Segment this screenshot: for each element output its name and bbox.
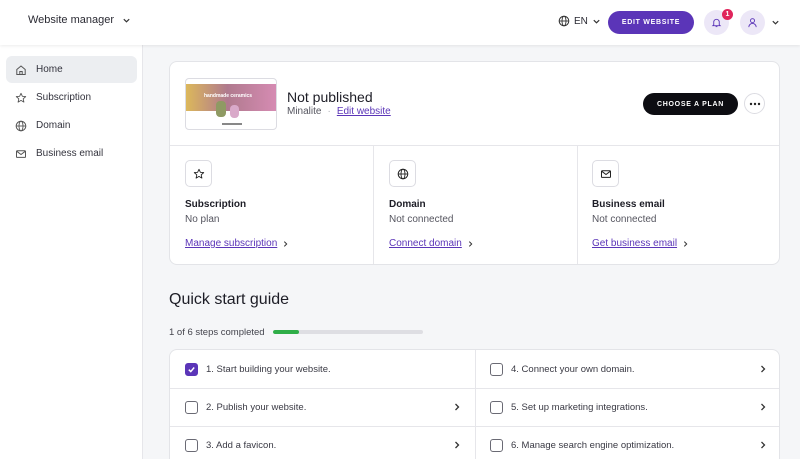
site-meta: Minalite · Edit website [287, 106, 391, 117]
subscription-feature-icon [185, 160, 212, 187]
thumbnail-line [222, 123, 242, 125]
sidebar-item-label: Domain [36, 120, 71, 131]
domain-title: Domain [389, 199, 426, 210]
chevron-down-icon [592, 17, 601, 26]
publish-status-title: Not published [287, 89, 373, 105]
quick-start-progress-text: 1 of 6 steps completed [169, 327, 265, 338]
chevron-right-icon [468, 240, 473, 247]
chevron-right-icon [455, 403, 460, 411]
website-overview-card: handmade ceramics Not published Minalite… [169, 61, 780, 265]
notification-badge: 1 [722, 9, 733, 20]
step-label: 1. Start building your website. [206, 363, 331, 375]
get-business-email-link[interactable]: Get business email [592, 238, 689, 249]
step-label: 2. Publish your website. [206, 401, 307, 413]
sidebar-item-home[interactable]: Home [6, 56, 137, 83]
progress-bar-fill [273, 330, 299, 334]
edit-website-button[interactable]: EDIT WEBSITE [608, 11, 694, 34]
sidebar: Home Subscription Domain Business email [0, 45, 143, 459]
business-email-feature-icon [592, 160, 619, 187]
chevron-right-icon [455, 441, 460, 449]
subscription-status: No plan [185, 214, 220, 225]
language-label: EN [574, 15, 588, 27]
checkmark-icon [188, 366, 195, 373]
quick-start-steps: 1. Start building your website. 2. Publi… [169, 349, 780, 459]
star-icon [193, 168, 205, 180]
chevron-right-icon [761, 441, 766, 449]
thumbnail-vase [216, 101, 226, 117]
subscription-title: Subscription [185, 199, 247, 210]
step-4[interactable]: 4. Connect your own domain. [490, 350, 779, 388]
avatar [740, 10, 765, 35]
card-divider [373, 145, 374, 264]
more-options-button[interactable] [744, 93, 765, 114]
sidebar-item-label: Business email [36, 148, 104, 159]
chevron-right-icon [284, 240, 288, 247]
user-icon [747, 17, 758, 28]
globe-icon [397, 168, 409, 180]
domain-feature-icon [389, 160, 416, 187]
thumbnail-vase [230, 105, 239, 118]
separator: · [327, 106, 331, 117]
step-6[interactable]: 6. Manage search engine optimization. [490, 426, 779, 459]
choose-plan-button[interactable]: CHOOSE A PLAN [643, 93, 738, 115]
link-label: Connect domain [389, 238, 462, 249]
chevron-right-icon [761, 365, 766, 373]
step-3[interactable]: 3. Add a favicon. [185, 426, 475, 459]
steps-divider [475, 350, 476, 459]
sidebar-item-label: Home [36, 64, 63, 75]
globe-icon [15, 120, 27, 132]
chevron-down-icon [771, 18, 780, 27]
step-checkbox[interactable] [185, 400, 198, 414]
top-bar: Website manager EN EDIT WEBSITE 1 [0, 0, 800, 45]
step-checkbox[interactable] [490, 362, 503, 376]
website-thumbnail[interactable]: handmade ceramics [185, 78, 277, 130]
step-label: 3. Add a favicon. [206, 439, 277, 451]
card-divider [170, 145, 779, 146]
step-1[interactable]: 1. Start building your website. [185, 350, 475, 388]
step-checkbox[interactable] [185, 362, 198, 376]
business-email-status: Not connected [592, 214, 657, 225]
website-manager-label: Website manager [28, 14, 115, 26]
card-divider [577, 145, 578, 264]
business-email-title: Business email [592, 199, 665, 210]
step-checkbox[interactable] [490, 438, 503, 452]
step-checkbox[interactable] [490, 400, 503, 414]
link-label: Get business email [592, 238, 678, 249]
step-checkbox[interactable] [185, 438, 198, 452]
user-menu[interactable] [740, 10, 780, 35]
star-icon [15, 92, 27, 104]
thumbnail-text: handmade ceramics [204, 93, 253, 99]
quick-start-title: Quick start guide [169, 291, 290, 308]
globe-icon [558, 15, 570, 27]
step-label: 6. Manage search engine optimization. [511, 439, 675, 451]
bell-icon [711, 17, 722, 28]
website-manager-dropdown[interactable]: Website manager [28, 14, 131, 26]
chevron-down-icon [122, 16, 131, 25]
step-5[interactable]: 5. Set up marketing integrations. [490, 388, 779, 426]
manage-subscription-link[interactable]: Manage subscription [185, 238, 289, 249]
domain-status: Not connected [389, 214, 454, 225]
link-label: Manage subscription [185, 238, 278, 249]
sidebar-item-subscription[interactable]: Subscription [6, 84, 137, 111]
sidebar-item-business-email[interactable]: Business email [6, 140, 137, 167]
mail-icon [15, 148, 27, 160]
more-icon [749, 102, 761, 106]
mail-icon [600, 168, 612, 180]
step-2[interactable]: 2. Publish your website. [185, 388, 475, 426]
sidebar-item-label: Subscription [36, 92, 92, 103]
chevron-right-icon [684, 240, 688, 247]
chevron-right-icon [761, 403, 766, 411]
template-name: Minalite [287, 106, 322, 117]
home-icon [15, 64, 27, 76]
quick-start-progress-bar [273, 330, 423, 334]
sidebar-item-domain[interactable]: Domain [6, 112, 137, 139]
step-label: 5. Set up marketing integrations. [511, 401, 648, 413]
language-selector[interactable]: EN [558, 15, 601, 27]
connect-domain-link[interactable]: Connect domain [389, 238, 474, 249]
edit-website-link[interactable]: Edit website [337, 106, 391, 117]
step-label: 4. Connect your own domain. [511, 363, 635, 375]
